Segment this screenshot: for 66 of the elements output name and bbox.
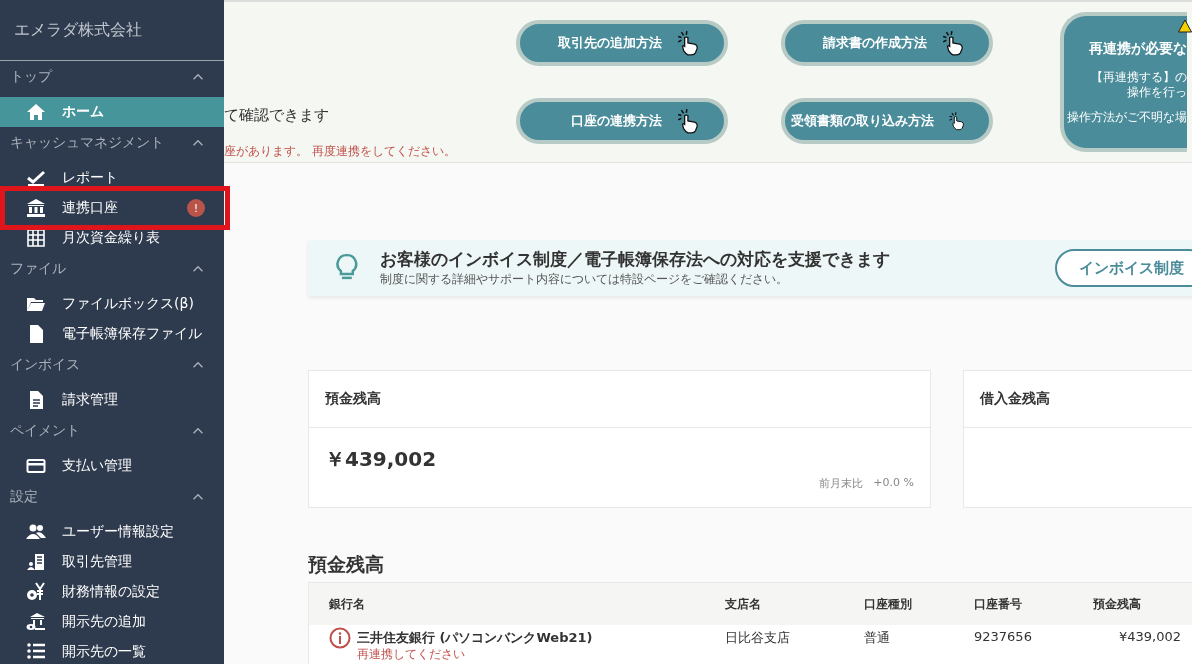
warning-text: 座があります。 再度連携をしてください。 [224, 143, 457, 160]
banner-text: て確認できます [224, 106, 330, 125]
chevron-icon[interactable] [192, 493, 204, 501]
column-header: 支店名 [725, 595, 762, 613]
sidebar-item[interactable]: ファイルボックス(β) [0, 289, 224, 319]
table-cell-text: 三井住友銀行 (パソコンバンクWeb21) [357, 629, 593, 647]
card-title: 借入金残高 [980, 390, 1050, 408]
help-button[interactable]: 受領書類の取り込み方法 [781, 98, 993, 144]
section-title: 設定 [10, 488, 38, 506]
chevron-icon[interactable] [192, 361, 204, 369]
list-icon [26, 642, 46, 662]
column-header: 口座種別 [864, 595, 913, 613]
sidebar-item[interactable]: 財務情報の設定 [0, 577, 224, 607]
sidebar-item[interactable]: 連携口座 ! [0, 193, 224, 223]
notice-text: 操作を行っ [1127, 85, 1187, 100]
notice-text: 【再連携する】の [1091, 70, 1187, 85]
invoice-button[interactable]: インボイス制度 [1055, 249, 1192, 287]
table-cell-text: ¥439,002 [1117, 628, 1181, 644]
section-title: トップ [10, 68, 52, 86]
bank-eye-icon [26, 612, 46, 632]
sidebar-item[interactable]: 開示先の一覧 [0, 637, 224, 664]
warning-icon [1178, 19, 1192, 33]
help-button[interactable]: 口座の連携方法 [516, 98, 728, 144]
sidebar-item[interactable]: レポート [0, 163, 224, 193]
chevron-icon[interactable] [192, 139, 204, 147]
card-title: 預金残高 [325, 390, 381, 408]
section-title: インボイス [10, 356, 80, 374]
relink-note: 再連携してください [357, 647, 466, 662]
sidebar-item[interactable]: 請求管理 [0, 385, 224, 415]
building-icon [26, 552, 46, 572]
info-subtitle: 制度に関する詳細やサポート内容については特設ページをご確認ください。 [379, 271, 789, 288]
section-heading: 預金残高 [308, 553, 384, 575]
table-cell-text: 日比谷支店 [725, 629, 791, 647]
section-title: キャッシュマネジメント [10, 134, 164, 152]
compare-label: 前月末比 [819, 476, 864, 491]
alert-badge: ! [187, 199, 205, 217]
home-icon [26, 102, 46, 122]
table-cell-text: 9237656 [974, 628, 1033, 644]
info-title: お客様のインボイス制度／電子帳簿保存法への対応を支援できます [379, 248, 891, 271]
sidebar-item[interactable]: 開示先の追加 [0, 607, 224, 637]
notice-title: 再連携が必要な [1089, 40, 1187, 58]
notice-text: 操作方法がご不明な場 [1067, 110, 1187, 125]
help-button[interactable]: 請求書の作成方法 [781, 20, 993, 66]
sidebar-item[interactable]: 支払い管理 [0, 451, 224, 481]
column-header: 預金残高 [1093, 595, 1142, 613]
chevron-icon[interactable] [192, 73, 204, 81]
check-icon [26, 168, 46, 188]
users-icon [26, 522, 46, 542]
card-value: ￥439,002 [325, 447, 437, 471]
sidebar-item[interactable]: 電子帳簿保存ファイル [0, 319, 224, 349]
card-icon [26, 456, 46, 476]
chevron-icon[interactable] [192, 265, 204, 273]
column-header: 口座番号 [974, 595, 1023, 613]
sidebar-item[interactable]: ユーザー情報設定 [0, 517, 224, 547]
help-button[interactable]: 取引先の追加方法 [516, 20, 728, 66]
bank-icon [26, 198, 46, 218]
column-header: 銀行名 [329, 595, 366, 613]
section-title: ファイル [10, 260, 66, 278]
grid-icon [26, 228, 46, 248]
sidebar-item[interactable]: 取引先管理 [0, 547, 224, 577]
compare-value: +0.0 % [873, 476, 914, 491]
gear-icon [26, 582, 46, 602]
table-cell-text: 普通 [864, 629, 891, 647]
chevron-icon[interactable] [192, 427, 204, 435]
sidebar-item[interactable]: 月次資金繰り表 [0, 223, 224, 253]
section-title: ペイメント [10, 422, 80, 440]
